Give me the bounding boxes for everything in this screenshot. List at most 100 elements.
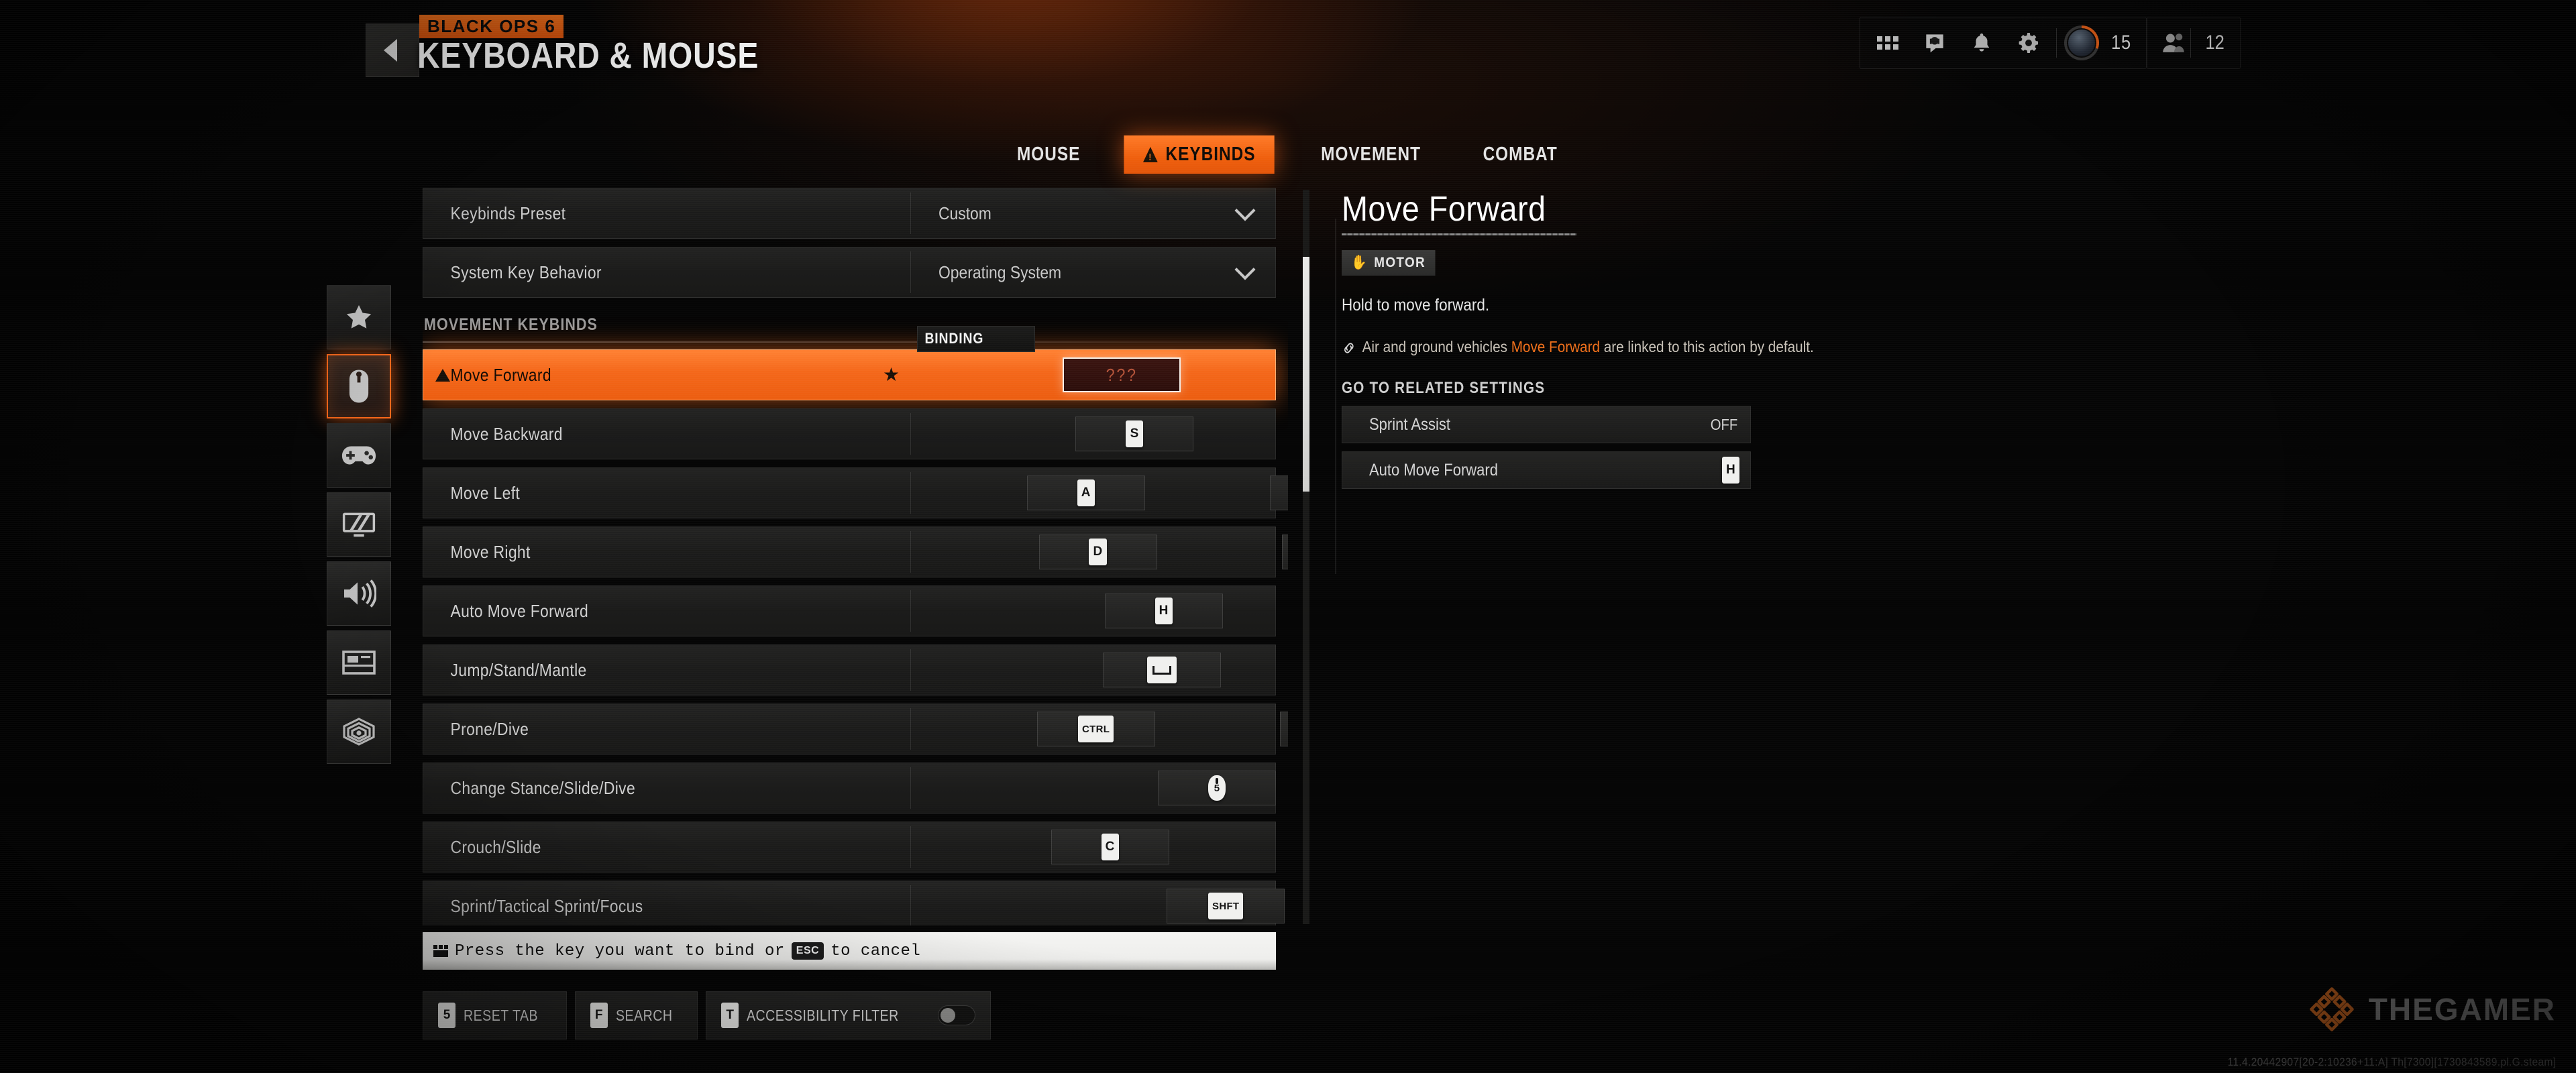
button-label: ACCESSIBILITY FILTER [747, 1006, 899, 1024]
headset-button[interactable] [1911, 17, 1958, 68]
row-divider [910, 590, 911, 632]
binding-tooltip: BINDING [917, 326, 1035, 352]
keybind-row-jump-stand-mantle[interactable]: Jump/Stand/Mantle [423, 644, 1276, 695]
keybind-label: Move Forward [450, 364, 551, 385]
keybind-primary-box[interactable]: SHFT [1167, 889, 1285, 923]
related-label: Auto Move Forward [1369, 460, 1498, 479]
keybind-row-sprint-tactical-sprint-focus[interactable]: Sprint/Tactical Sprint/Focus SHFT [423, 881, 1285, 925]
keybind-primary-box[interactable] [1102, 653, 1221, 687]
setting-row-system-key-behavior[interactable]: System Key Behavior Operating System [423, 247, 1276, 298]
keybind-row-auto-move-forward[interactable]: Auto Move Forward H [423, 585, 1276, 636]
scrollbar-thumb[interactable] [1303, 257, 1309, 492]
keybind-primary-box[interactable]: H [1104, 594, 1223, 628]
detail-panel: Move Forward ✋ MOTOR Hold to move forwar… [1335, 189, 1892, 574]
search-button[interactable]: F SEARCH [574, 991, 698, 1039]
keybind-secondary-box[interactable] [1269, 475, 1288, 510]
player-avatar[interactable] [2061, 17, 2102, 68]
apps-grid-button[interactable] [1864, 17, 1911, 68]
keybind-primary-box[interactable]: A [1026, 475, 1145, 510]
reset-tab-button[interactable]: 5 RESET TAB [423, 991, 567, 1039]
keybind-row-move-right[interactable]: Move Right D [423, 526, 1288, 577]
row-divider [910, 413, 911, 455]
mouse-icon [349, 370, 369, 403]
related-value: OFF [1710, 415, 1738, 433]
keybind-label: Auto Move Forward [450, 600, 589, 621]
tab-label: MOUSE [1017, 143, 1081, 165]
keybind-primary-box[interactable]: 5 [1158, 771, 1277, 805]
keybind-row-move-forward[interactable]: Move Forward ★ BINDING ??? [423, 326, 1276, 400]
keycap: C [1101, 834, 1119, 860]
link-highlight: Move Forward [1511, 338, 1600, 355]
tab-keybinds[interactable]: KEYBINDS [1124, 135, 1275, 174]
keybind-row-crouch-slide[interactable]: Crouch/Slide C [423, 822, 1276, 872]
link-suffix: are linked to this action by default. [1599, 338, 1814, 355]
chevron-down-icon[interactable] [1234, 200, 1256, 221]
tab-mouse[interactable]: MOUSE [998, 135, 1099, 174]
keybind-secondary-box[interactable] [1279, 712, 1288, 746]
list-scrollbar[interactable] [1303, 190, 1309, 924]
gamepad-icon [341, 446, 376, 465]
keybind-primary-box[interactable]: S [1075, 416, 1194, 451]
section-rule [423, 341, 1276, 343]
keybind-row-move-left[interactable]: Move Left A [423, 467, 1288, 518]
keycap: 5 [438, 1003, 455, 1028]
keybind-row-prone-dive[interactable]: Prone/Dive CTRL [423, 703, 1288, 754]
sidebar-item-favorites[interactable] [327, 285, 391, 349]
sidebar-item-accessibility[interactable] [327, 699, 391, 764]
chevron-left-icon [384, 39, 397, 62]
watermark: THEGAMER [2307, 984, 2556, 1034]
prompt-text: Press the key you want to bind or ESC to… [455, 942, 920, 960]
tab-movement[interactable]: MOVEMENT [1302, 135, 1440, 174]
sidebar-item-audio[interactable] [327, 561, 391, 626]
keybind-row-move-backward[interactable]: Move Backward S [423, 408, 1276, 459]
spacebar-keycap-icon [1146, 657, 1177, 683]
detail-tag-label: MOTOR [1374, 255, 1426, 270]
settings-button[interactable] [2005, 17, 2052, 68]
setting-label: System Key Behavior [450, 262, 602, 282]
detail-description: Hold to move forward. [1342, 296, 1490, 315]
keybind-secondary-box[interactable] [1281, 534, 1288, 569]
prompt-text-before: Press the key you want to bind or [455, 942, 785, 960]
warning-triangle-icon [1142, 146, 1158, 162]
sidebar-item-interface[interactable] [327, 630, 391, 695]
chevron-down-icon[interactable] [1234, 259, 1256, 280]
friends-icon [2163, 34, 2184, 52]
keybind-primary-box[interactable]: CTRL [1036, 712, 1155, 746]
keycap: H [1155, 598, 1173, 624]
page-header: BLACK OPS 6 KEYBOARD & MOUSE 15 12 [0, 0, 2576, 101]
level-ring [2063, 25, 2099, 60]
button-label: RESET TAB [464, 1006, 539, 1024]
thegamer-logo-icon [2310, 987, 2354, 1031]
detail-title: Move Forward [1342, 190, 1546, 229]
tab-combat[interactable]: COMBAT [1464, 135, 1576, 174]
setting-row-keybinds-preset[interactable]: Keybinds Preset Custom [423, 188, 1276, 239]
related-row-sprint-assist[interactable]: Sprint Assist OFF [1342, 406, 1751, 443]
player-level: 15 [2110, 32, 2131, 54]
keycap: F [590, 1003, 608, 1028]
sidebar-item-keyboard-mouse[interactable] [327, 354, 391, 418]
keycap: A [1077, 479, 1095, 506]
notifications-button[interactable] [1958, 17, 2005, 68]
accessibility-filter-toggle[interactable] [937, 1005, 975, 1025]
row-divider [910, 192, 911, 234]
sidebar-item-graphics[interactable] [327, 492, 391, 557]
esc-key: ESC [791, 942, 824, 960]
row-divider [910, 767, 911, 809]
keybind-primary-box[interactable]: D [1038, 534, 1157, 569]
tab-bar: MOUSE KEYBINDS MOVEMENT COMBAT [0, 134, 2576, 174]
sidebar-item-controller[interactable] [327, 423, 391, 488]
keybind-row-change-stance[interactable]: Change Stance/Slide/Dive 5 [423, 763, 1277, 813]
hand-icon: ✋ [1351, 255, 1368, 270]
page-title: KEYBOARD & MOUSE [417, 36, 759, 76]
keybind-primary-box[interactable]: C [1051, 830, 1169, 864]
keycap: SHFT [1208, 893, 1244, 919]
accessibility-filter-button[interactable]: T ACCESSIBILITY FILTER [706, 991, 991, 1039]
back-button[interactable] [366, 23, 419, 77]
related-row-auto-move-forward[interactable]: Auto Move Forward H [1342, 451, 1751, 489]
keybind-primary-box[interactable]: ??? [1062, 357, 1181, 392]
bell-icon [1974, 33, 1989, 52]
friends-group[interactable]: 12 [2147, 17, 2241, 69]
keybind-label: Move Backward [450, 423, 563, 444]
favorite-star-icon[interactable]: ★ [883, 365, 900, 384]
keycap: CTRL [1078, 716, 1114, 742]
